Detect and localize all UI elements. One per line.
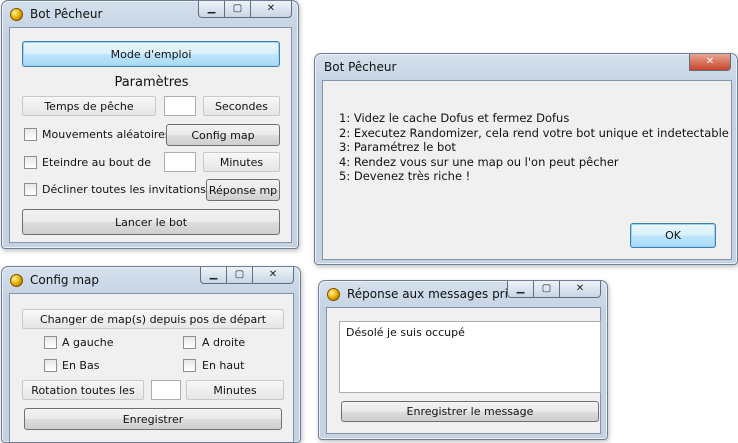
window-title: Bot Pêcheur bbox=[30, 7, 103, 21]
instructions-titlebar[interactable]: Bot Pêcheur ✕ bbox=[315, 54, 737, 80]
mode-emploi-button[interactable]: Mode d'emploi bbox=[22, 41, 280, 67]
dialog-title: Bot Pêcheur bbox=[324, 60, 397, 74]
close-icon: ✕ bbox=[705, 56, 715, 67]
close-icon: ✕ bbox=[266, 3, 276, 14]
reponse-mp-client: Désolé je suis occupé Enregistrer le mes… bbox=[326, 307, 601, 434]
close-button[interactable]: ✕ bbox=[252, 267, 294, 284]
close-icon: ✕ bbox=[575, 283, 585, 294]
bot-pecheur-window: Bot Pêcheur ▁ ▢ ✕ Mode d'emploi Paramètr… bbox=[1, 0, 299, 249]
close-icon: ✕ bbox=[268, 269, 278, 280]
instruction-line-1: 1: Videz le cache Dofus et fermez Dofus bbox=[339, 111, 570, 125]
lancer-bot-button[interactable]: Lancer le bot bbox=[22, 209, 280, 235]
minimize-button[interactable]: ▁ bbox=[200, 267, 226, 284]
changer-map-label: Changer de map(s) depuis pos de départ bbox=[22, 309, 284, 329]
droite-checkbox[interactable] bbox=[183, 336, 196, 349]
instructions-client: 1: Videz le cache Dofus et fermez Dofus … bbox=[322, 80, 732, 260]
message-textarea[interactable]: Désolé je suis occupé bbox=[339, 321, 601, 393]
instruction-line-2: 2: Executez Randomizer, cela rend votre … bbox=[339, 125, 729, 140]
temps-peche-input[interactable] bbox=[164, 96, 196, 116]
maximize-icon: ▢ bbox=[232, 3, 243, 14]
minutes-label: Minutes bbox=[186, 380, 284, 400]
maximize-button[interactable]: ▢ bbox=[226, 267, 252, 284]
close-button[interactable]: ✕ bbox=[559, 281, 601, 298]
app-icon bbox=[10, 273, 23, 287]
maximize-button[interactable]: ▢ bbox=[224, 1, 250, 18]
config-map-client: Changer de map(s) depuis pos de départ A… bbox=[9, 293, 294, 442]
eteindre-input[interactable] bbox=[164, 152, 196, 172]
config-map-titlebar[interactable]: Config map ▁ ▢ ✕ bbox=[2, 267, 300, 293]
droite-label: A droite bbox=[202, 336, 246, 349]
rotation-input[interactable] bbox=[151, 380, 181, 400]
gauche-label: A gauche bbox=[62, 336, 114, 349]
maximize-button[interactable]: ▢ bbox=[533, 281, 559, 298]
mouvements-checkbox[interactable] bbox=[24, 128, 37, 141]
maximize-icon: ▢ bbox=[234, 269, 245, 280]
close-button[interactable]: ✕ bbox=[250, 1, 292, 18]
config-map-button[interactable]: Config map bbox=[166, 124, 280, 146]
reponse-mp-button[interactable]: Réponse mp bbox=[206, 179, 280, 201]
secondes-label: Secondes bbox=[203, 96, 280, 116]
instruction-line-5: 5: Devenez très riche ! bbox=[339, 169, 471, 184]
dialog-close-button[interactable]: ✕ bbox=[689, 54, 731, 71]
reponse-mp-window: Réponse aux messages privés ▁ ▢ ✕ Désolé… bbox=[318, 280, 608, 440]
enregistrer-message-button[interactable]: Enregistrer le message bbox=[341, 401, 599, 422]
bas-checkbox[interactable] bbox=[44, 359, 57, 372]
haut-checkbox[interactable] bbox=[183, 359, 196, 372]
haut-label: En haut bbox=[202, 359, 245, 372]
temps-peche-label: Temps de pêche bbox=[22, 96, 156, 116]
decliner-checkbox[interactable] bbox=[24, 183, 37, 196]
window-title: Config map bbox=[30, 273, 99, 287]
minimize-icon: ▁ bbox=[516, 283, 525, 294]
enregistrer-button[interactable]: Enregistrer bbox=[24, 408, 282, 430]
decliner-label: Décliner toutes les invitations bbox=[42, 183, 206, 196]
window-title: Réponse aux messages privés bbox=[347, 287, 529, 301]
eteindre-checkbox[interactable] bbox=[24, 156, 37, 169]
minimize-button[interactable]: ▁ bbox=[198, 1, 224, 18]
instruction-line-3: 3: Paramétrez le bot bbox=[339, 140, 456, 155]
rotation-label: Rotation toutes les bbox=[22, 380, 144, 400]
config-map-window: Config map ▁ ▢ ✕ Changer de map(s) depui… bbox=[1, 266, 301, 443]
bas-label: En Bas bbox=[62, 359, 100, 372]
parametres-heading: Paramètres bbox=[114, 75, 189, 90]
instructions-text: 1: Videz le cache Dofus et fermez Dofus … bbox=[339, 111, 729, 184]
gauche-checkbox[interactable] bbox=[44, 336, 57, 349]
mouvements-label: Mouvements aléatoires bbox=[42, 128, 171, 141]
eteindre-label: Eteindre au bout de bbox=[42, 156, 152, 169]
bot-pecheur-titlebar[interactable]: Bot Pêcheur ▁ ▢ ✕ bbox=[2, 1, 298, 27]
minutes-label: Minutes bbox=[203, 152, 280, 172]
app-icon bbox=[327, 287, 340, 301]
minimize-button[interactable]: ▁ bbox=[507, 281, 533, 298]
instructions-dialog: Bot Pêcheur ✕ 1: Videz le cache Dofus et… bbox=[314, 53, 738, 265]
minimize-icon: ▁ bbox=[209, 269, 218, 280]
app-icon bbox=[10, 7, 23, 21]
minimize-icon: ▁ bbox=[207, 3, 216, 14]
instruction-line-4: 4: Rendez vous sur une map ou l'on peut … bbox=[339, 154, 619, 169]
bot-pecheur-client: Mode d'emploi Paramètres Temps de pêche … bbox=[9, 27, 292, 243]
reponse-mp-titlebar[interactable]: Réponse aux messages privés ▁ ▢ ✕ bbox=[319, 281, 607, 307]
maximize-icon: ▢ bbox=[541, 283, 552, 294]
ok-button[interactable]: OK bbox=[630, 223, 716, 248]
